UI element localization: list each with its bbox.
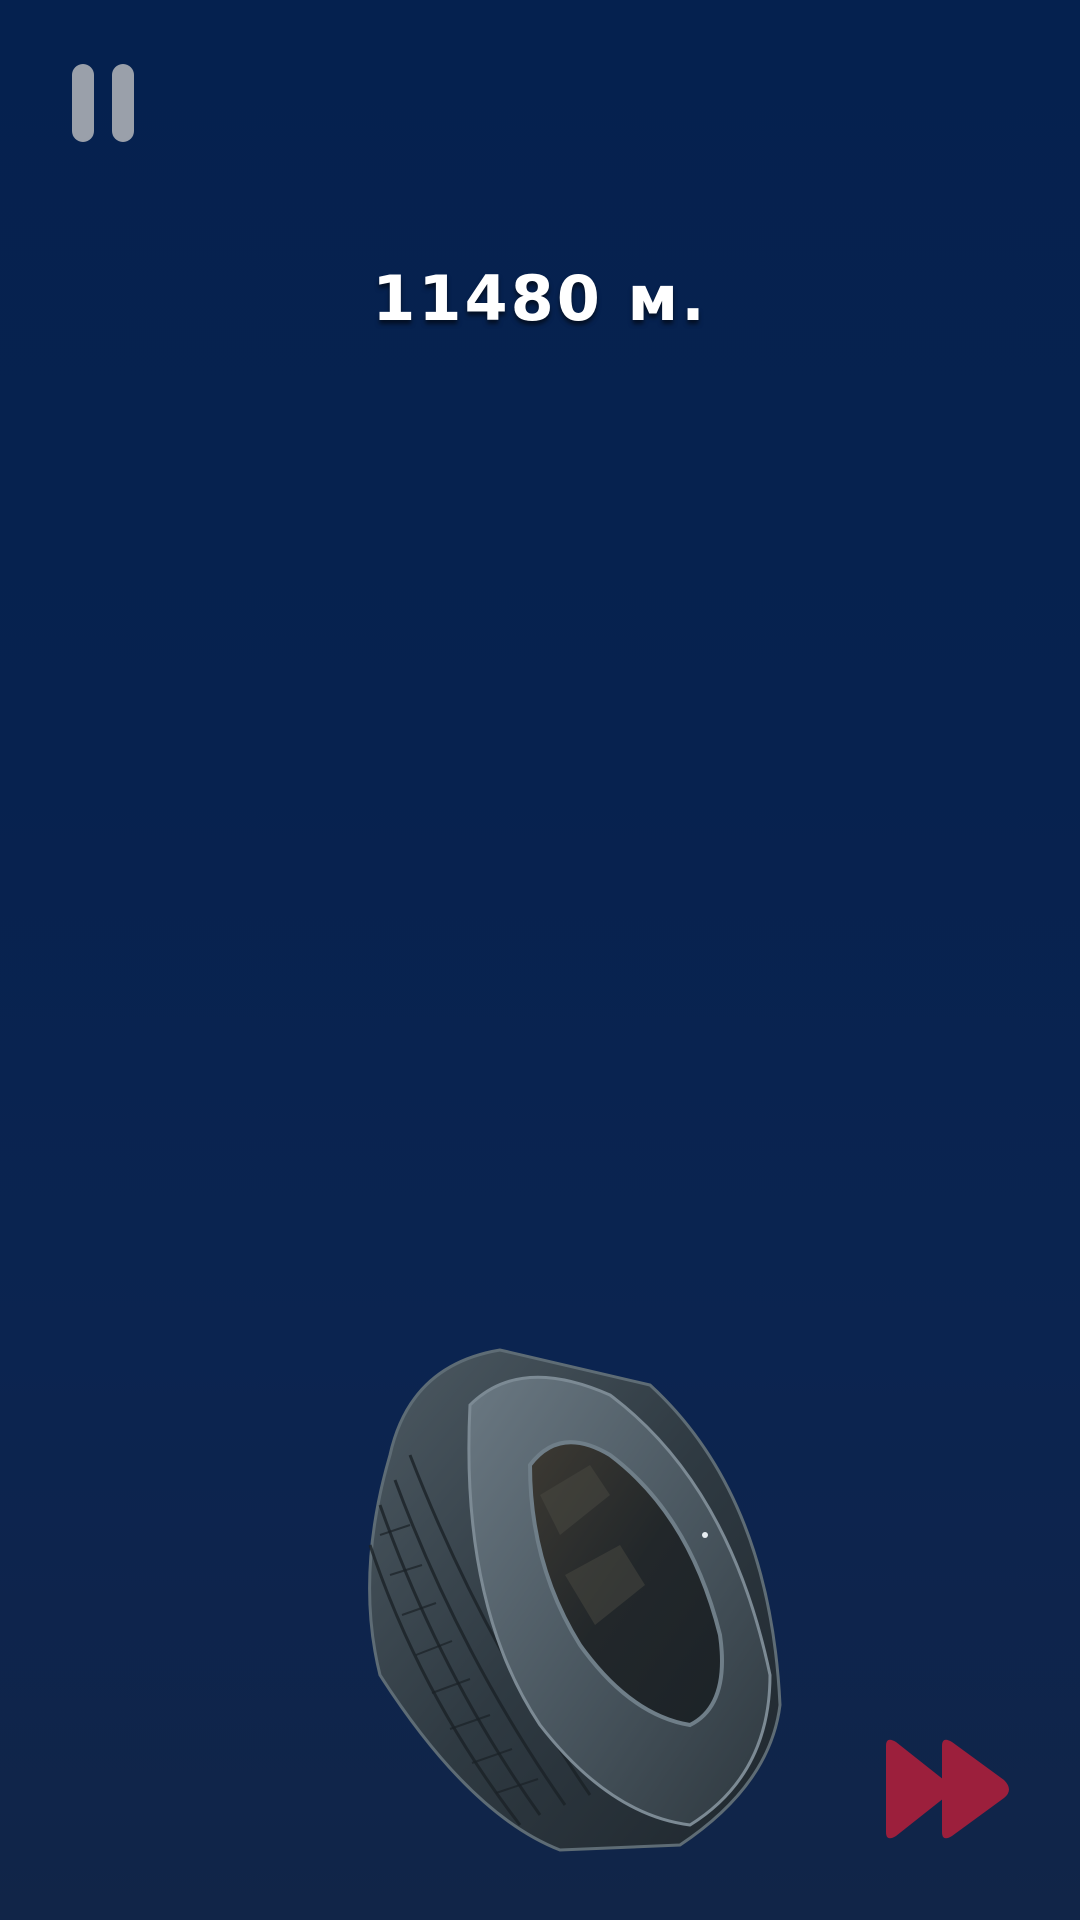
tire xyxy=(368,1348,782,1852)
fast-forward-button[interactable] xyxy=(880,1736,1016,1844)
distance-counter: 11480 м. xyxy=(372,262,708,335)
pause-icon-bar-right xyxy=(112,64,134,142)
pause-icon-bar-left xyxy=(72,64,94,142)
fast-forward-icon xyxy=(886,1739,1009,1839)
pause-button[interactable] xyxy=(66,60,142,144)
